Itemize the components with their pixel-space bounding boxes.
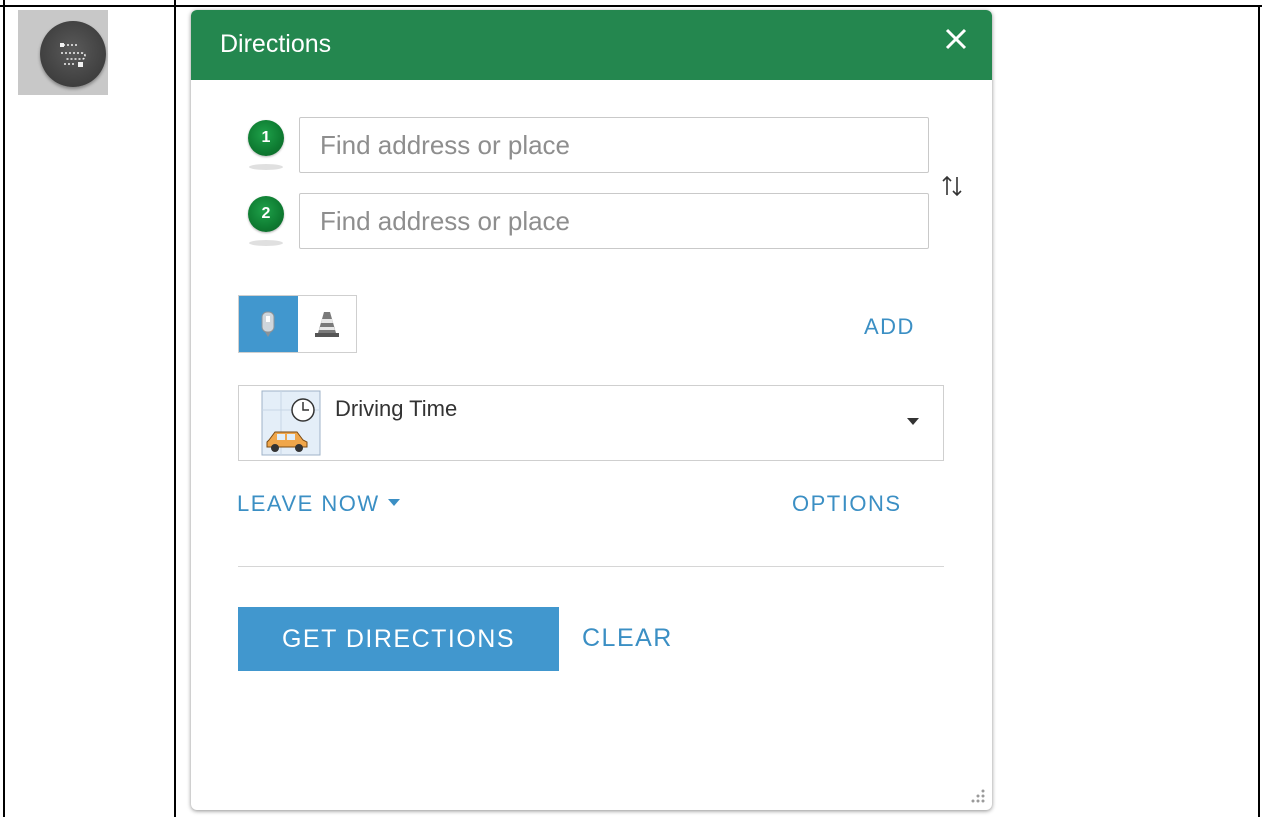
stop-input-2[interactable] — [299, 193, 929, 249]
stop-shadow-1 — [249, 164, 283, 170]
stops-mode-button[interactable] — [239, 296, 298, 352]
stops-barriers-toggle — [238, 295, 357, 353]
travel-mode-label: Driving Time — [335, 396, 458, 421]
directions-widget-button[interactable] — [40, 21, 106, 87]
leave-now-link[interactable]: LEAVE NOW — [237, 491, 400, 517]
stop-shadow-2 — [249, 240, 283, 246]
travel-mode-select[interactable]: Driving Time — [238, 385, 944, 461]
stop-input-1[interactable] — [299, 117, 929, 173]
close-button[interactable] — [942, 25, 970, 53]
driving-time-icon — [261, 390, 321, 456]
add-stop-link[interactable]: ADD — [864, 314, 915, 340]
directions-panel: Directions 1 2 — [191, 10, 992, 810]
resize-handle-icon[interactable] — [968, 788, 986, 806]
panel-header: Directions — [191, 10, 992, 80]
stop-badge-1: 1 — [248, 120, 284, 156]
leave-now-caret-icon — [387, 498, 400, 506]
traffic-cone-icon — [314, 312, 339, 337]
frame-line-left — [3, 0, 5, 817]
barriers-mode-button[interactable] — [298, 296, 357, 352]
map-pin-icon — [261, 311, 275, 337]
chevron-down-icon — [907, 418, 919, 425]
options-link[interactable]: OPTIONS — [792, 491, 902, 517]
swap-stops-button[interactable] — [941, 174, 963, 198]
frame-line-top — [0, 5, 1262, 7]
leave-now-label: LEAVE NOW — [237, 491, 380, 516]
divider — [238, 566, 944, 567]
get-directions-button[interactable]: GET DIRECTIONS — [238, 607, 559, 671]
frame-line-middle — [174, 0, 176, 817]
close-icon — [945, 28, 967, 50]
swap-arrows-icon — [942, 175, 962, 197]
directions-widget-icon — [60, 43, 86, 67]
stop-badge-2: 2 — [248, 196, 284, 232]
page: Directions 1 2 — [0, 0, 1262, 817]
panel-title: Directions — [220, 30, 332, 58]
clear-link[interactable]: CLEAR — [582, 624, 673, 653]
frame-line-right — [1258, 5, 1260, 817]
widget-tile — [18, 10, 108, 95]
